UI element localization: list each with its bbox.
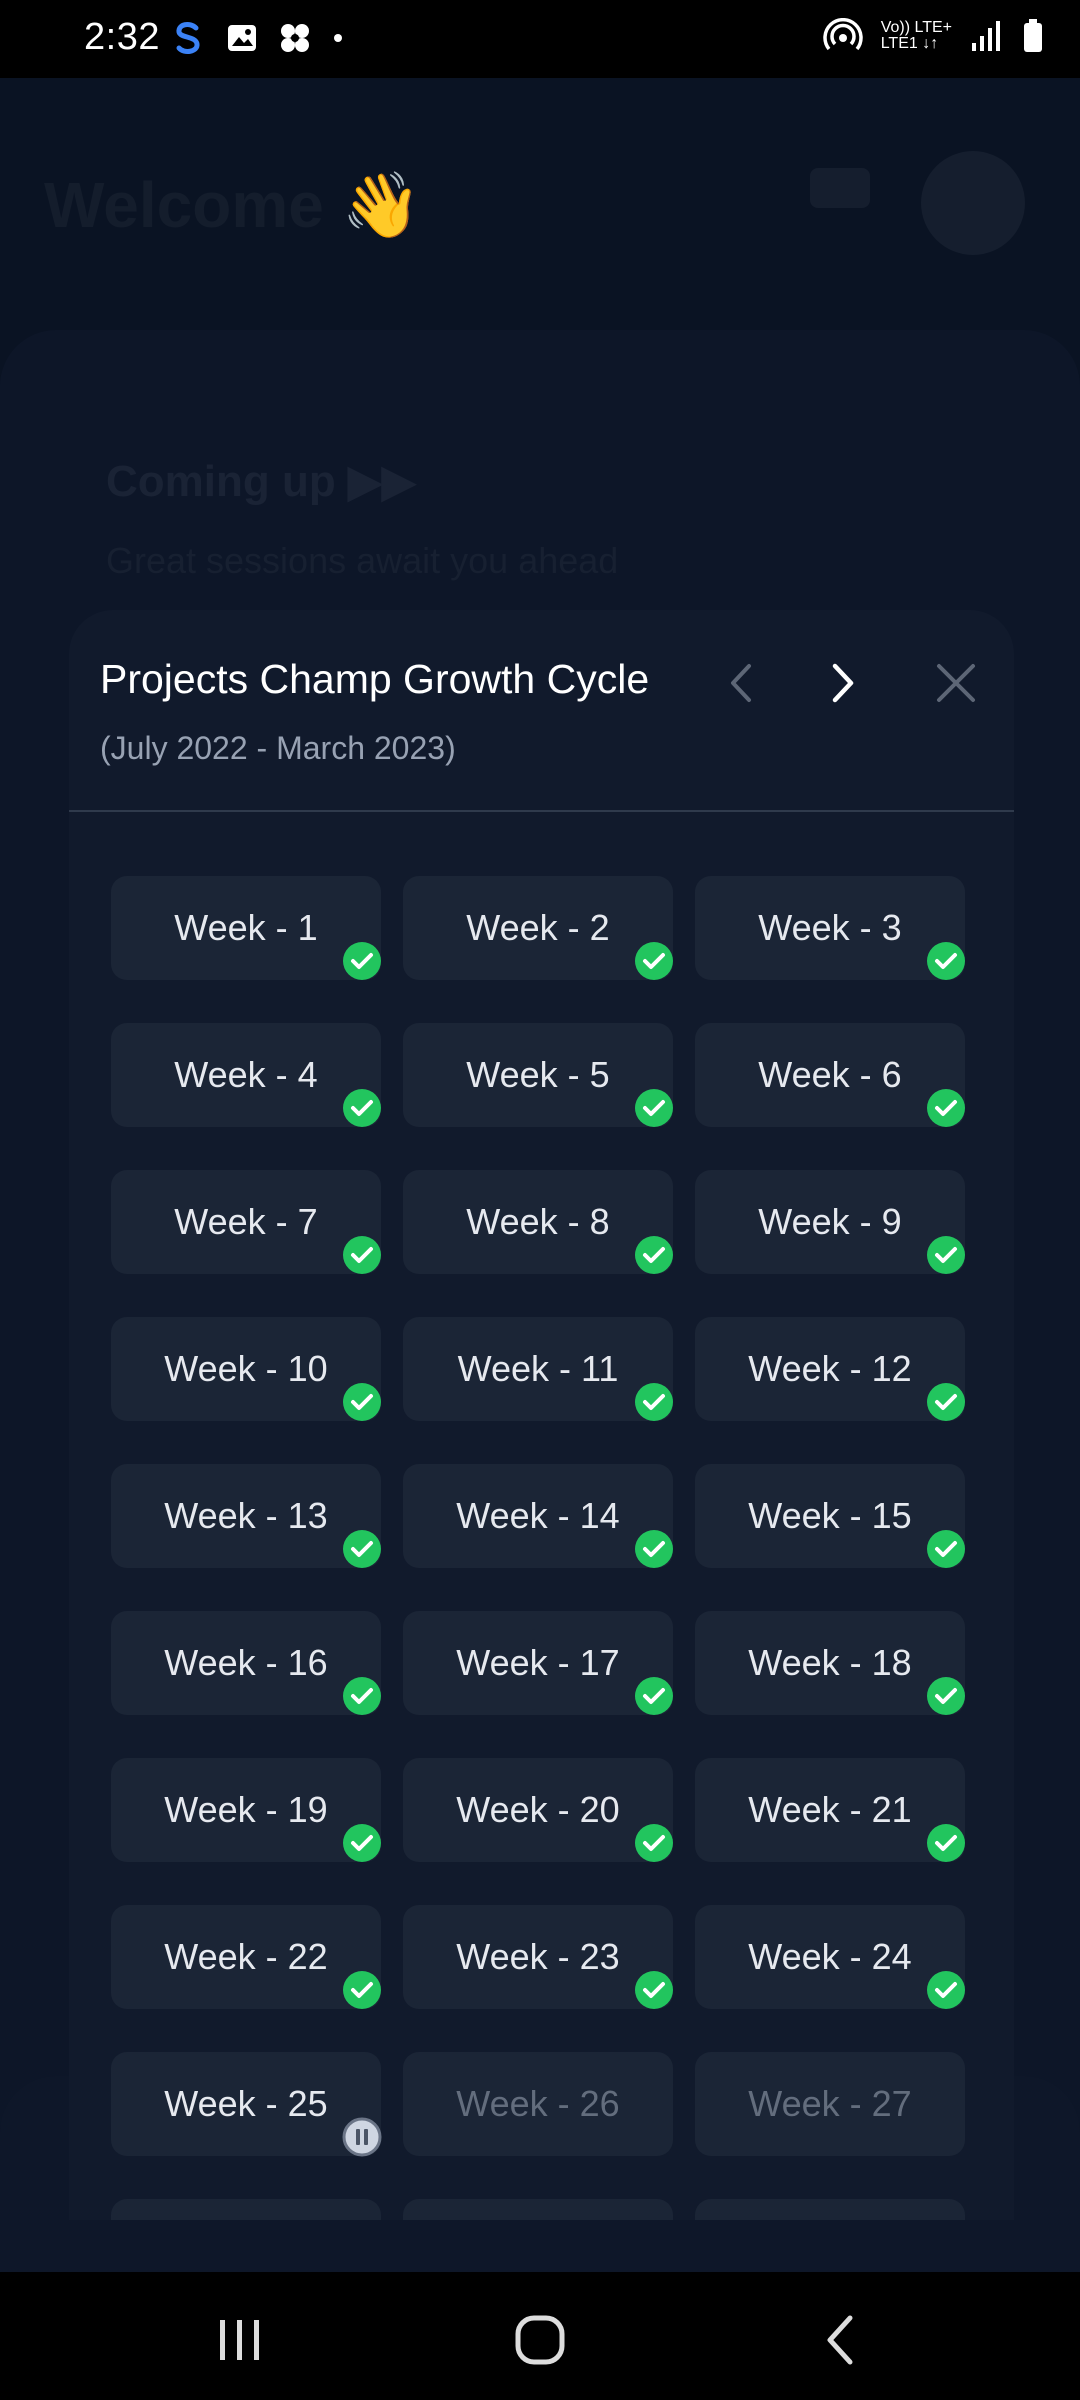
week-tile[interactable] — [695, 2199, 965, 2220]
avatar[interactable] — [918, 148, 1028, 258]
chevron-left-icon[interactable] — [717, 658, 767, 708]
check-icon — [925, 1087, 967, 1129]
check-icon — [925, 1381, 967, 1423]
week-tile[interactable]: Week - 12 — [695, 1317, 965, 1421]
check-icon — [633, 1087, 675, 1129]
modal-date-range: (July 2022 - March 2023) — [100, 730, 456, 766]
home-icon[interactable] — [510, 2310, 570, 2370]
system-nav-bar — [0, 2272, 1080, 2400]
week-tile[interactable]: Week - 6 — [695, 1023, 965, 1127]
pinwheel-icon — [281, 24, 309, 52]
week-tile[interactable]: Week - 7 — [111, 1170, 381, 1274]
check-icon — [925, 1969, 967, 2011]
check-icon — [341, 1381, 383, 1423]
check-icon — [925, 1234, 967, 1276]
week-tile[interactable]: Week - 13 — [111, 1464, 381, 1568]
dot-icon — [334, 34, 342, 42]
trophy-icon[interactable] — [800, 148, 880, 228]
week-tile[interactable]: Week - 8 — [403, 1170, 673, 1274]
check-icon — [633, 1675, 675, 1717]
check-icon — [925, 1675, 967, 1717]
week-tile[interactable]: Week - 21 — [695, 1758, 965, 1862]
week-tile[interactable]: Week - 2 — [403, 876, 673, 980]
week-tile[interactable]: Week - 4 — [111, 1023, 381, 1127]
week-tile[interactable]: Week - 25 — [111, 2052, 383, 2158]
check-icon — [925, 1528, 967, 1570]
week-tile[interactable]: Week - 1 — [111, 876, 381, 980]
signal-icon — [972, 21, 1000, 51]
weeks-grid: Week - 1 Week - 2 Week - 3 Week - 4 Week… — [111, 876, 981, 2220]
modal-header: Projects Champ Growth Cycle (July 2022 -… — [69, 610, 1014, 812]
week-tile[interactable] — [403, 2199, 673, 2220]
status-time: 2:32 — [84, 16, 160, 58]
coming-up-subtitle: Great sessions await you ahead — [106, 540, 619, 581]
check-icon — [633, 1969, 675, 2011]
week-tile[interactable]: Week - 27 — [695, 2052, 965, 2156]
gallery-icon — [228, 25, 256, 51]
week-tile[interactable]: Week - 9 — [695, 1170, 965, 1274]
welcome-title: Welcome 👋 — [44, 169, 422, 241]
lte-indicator: Vo)) LTE+ LTE1 ↓↑ — [880, 19, 952, 52]
check-icon — [341, 1969, 383, 2011]
status-bar: 2:32 Vo)) LTE+ LTE1 ↓↑ — [0, 0, 1080, 78]
chevron-right-icon[interactable] — [817, 658, 867, 708]
hotspot-icon — [823, 18, 863, 51]
growth-cycle-modal: Projects Champ Growth Cycle (July 2022 -… — [69, 610, 1014, 2220]
pause-icon — [341, 2116, 383, 2158]
week-tile[interactable]: Week - 10 — [111, 1317, 381, 1421]
modal-title: Projects Champ Growth Cycle — [100, 656, 650, 702]
recent-apps-icon[interactable] — [210, 2310, 270, 2370]
week-tile[interactable]: Week - 5 — [403, 1023, 673, 1127]
week-tile[interactable]: Week - 3 — [695, 876, 965, 980]
week-tile[interactable]: Week - 17 — [403, 1611, 673, 1715]
status-notification-icons — [170, 20, 344, 56]
back-icon[interactable] — [812, 2310, 872, 2370]
check-icon — [925, 940, 967, 982]
week-tile[interactable]: Week - 16 — [111, 1611, 381, 1715]
week-tile[interactable]: Week - 19 — [111, 1758, 381, 1862]
check-icon — [341, 1528, 383, 1570]
week-tile[interactable]: Week - 23 — [403, 1905, 673, 2009]
check-icon — [925, 1822, 967, 1864]
week-tile[interactable]: Week - 14 — [403, 1464, 673, 1568]
check-icon — [341, 1087, 383, 1129]
check-icon — [633, 940, 675, 982]
status-system-icons: Vo)) LTE+ LTE1 ↓↑ — [823, 18, 1044, 54]
battery-icon — [1024, 19, 1042, 52]
header-icons — [800, 148, 1028, 258]
close-icon[interactable] — [931, 658, 981, 708]
week-tile[interactable]: Week - 15 — [695, 1464, 965, 1568]
week-tile[interactable] — [111, 2199, 381, 2220]
week-tile[interactable]: Week - 20 — [403, 1758, 673, 1862]
check-icon — [341, 1822, 383, 1864]
week-tile[interactable]: Week - 18 — [695, 1611, 965, 1715]
check-icon — [341, 1675, 383, 1717]
week-tile[interactable]: Week - 26 — [403, 2052, 673, 2156]
check-icon — [341, 1234, 383, 1276]
week-tile[interactable]: Week - 22 — [111, 1905, 381, 2009]
check-icon — [341, 940, 383, 982]
check-icon — [633, 1234, 675, 1276]
check-icon — [633, 1822, 675, 1864]
check-icon — [633, 1381, 675, 1423]
coming-up-heading: Coming up ▶▶ — [106, 457, 416, 506]
s-app-icon — [176, 22, 200, 54]
check-icon — [633, 1528, 675, 1570]
week-tile[interactable]: Week - 24 — [695, 1905, 965, 2009]
week-tile[interactable]: Week - 11 — [403, 1317, 673, 1421]
